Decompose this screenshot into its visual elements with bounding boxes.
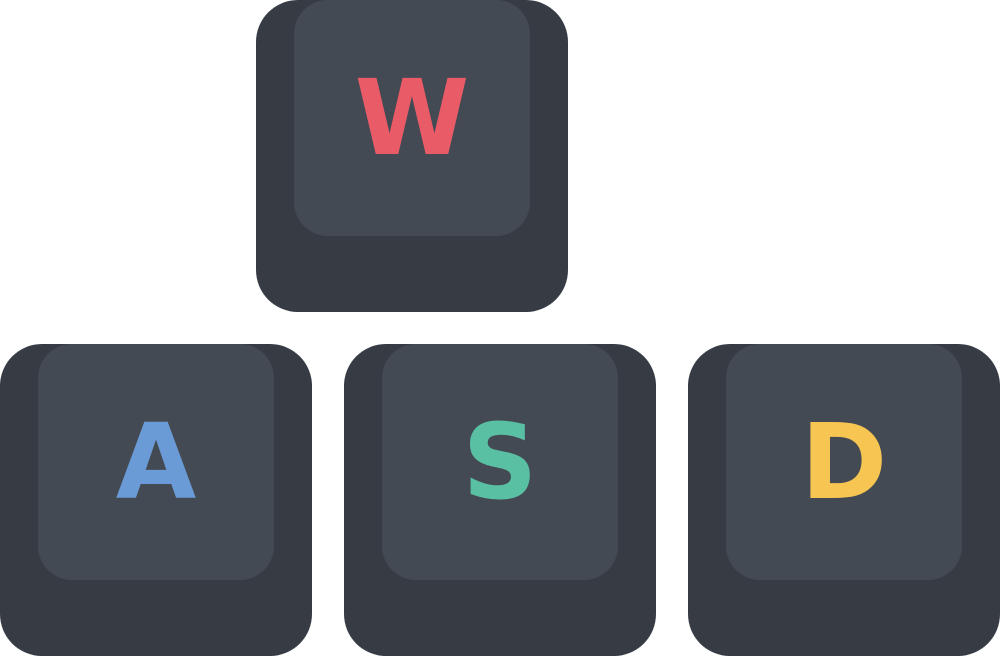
key-s[interactable]: S (344, 344, 656, 656)
key-a-cap: A (38, 344, 274, 580)
key-d[interactable]: D (688, 344, 1000, 656)
key-s-letter: S (462, 401, 538, 523)
key-d-letter: D (800, 401, 888, 523)
key-w-cap: W (294, 0, 530, 236)
key-w-letter: W (354, 57, 470, 179)
key-a[interactable]: A (0, 344, 312, 656)
key-s-cap: S (382, 344, 618, 580)
wasd-keys-illustration: W A S D (0, 0, 1000, 656)
key-w[interactable]: W (256, 0, 568, 312)
key-a-letter: A (115, 401, 197, 523)
key-d-cap: D (726, 344, 962, 580)
